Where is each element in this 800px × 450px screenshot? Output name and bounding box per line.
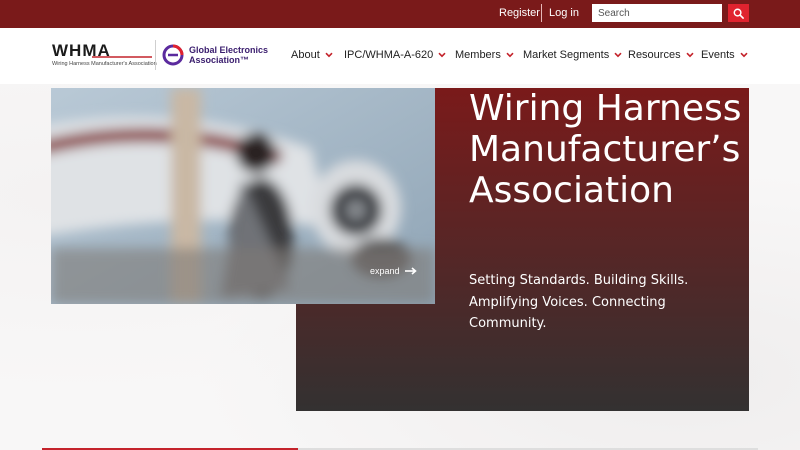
expand-label: expand — [370, 266, 400, 276]
nav-item-ipc-whma-a-620[interactable]: IPC/WHMA-A-620 — [344, 49, 446, 61]
search-input[interactable] — [592, 4, 722, 22]
chevron-down-icon — [325, 52, 333, 58]
nav-item-events[interactable]: Events — [701, 49, 748, 61]
nav-item-market-segments[interactable]: Market Segments — [523, 49, 622, 61]
nav-item-label: Events — [701, 49, 735, 61]
chevron-down-icon — [506, 52, 514, 58]
chevron-down-icon — [438, 52, 446, 58]
chevron-down-icon — [686, 52, 694, 58]
arrow-right-icon — [404, 267, 417, 275]
search-icon — [733, 8, 744, 19]
hero-tagline: Setting Standards. Building Skills. Ampl… — [469, 273, 689, 331]
gea-logo-line1: Global Electronics — [189, 45, 269, 55]
login-link[interactable]: Log in — [549, 7, 579, 19]
nav-item-label: Resources — [628, 49, 681, 61]
nav-item-label: Members — [455, 49, 501, 61]
nav-item-members[interactable]: Members — [455, 49, 514, 61]
search-button[interactable] — [728, 4, 749, 22]
nav-item-label: IPC/WHMA-A-620 — [344, 49, 434, 61]
utility-bar: Register Log in — [0, 0, 800, 28]
gea-logo-icon — [162, 44, 184, 66]
register-link[interactable]: Register — [499, 7, 540, 19]
hero-title: Wiring Harness Manufacturer’s Associatio… — [469, 88, 742, 211]
chevron-down-icon — [614, 52, 622, 58]
nav-item-label: About — [291, 49, 320, 61]
gea-logo[interactable]: Global Electronics Association™ — [162, 41, 268, 69]
whma-logo[interactable]: WHMA Wiring Harness Manufacturer's Assoc… — [52, 42, 157, 72]
nav-item-about[interactable]: About — [291, 49, 333, 61]
whma-logo-subtitle: Wiring Harness Manufacturer's Associatio… — [52, 61, 157, 67]
expand-image-link[interactable]: expand — [370, 266, 417, 276]
logo-divider — [155, 40, 156, 70]
chevron-down-icon — [740, 52, 748, 58]
whma-logo-swoosh — [92, 56, 152, 58]
nav-item-resources[interactable]: Resources — [628, 49, 694, 61]
nav-item-label: Market Segments — [523, 49, 610, 61]
gea-logo-line2: Association™ — [189, 55, 250, 65]
utility-divider — [541, 4, 542, 22]
main-navbar: WHMA Wiring Harness Manufacturer's Assoc… — [0, 28, 800, 84]
